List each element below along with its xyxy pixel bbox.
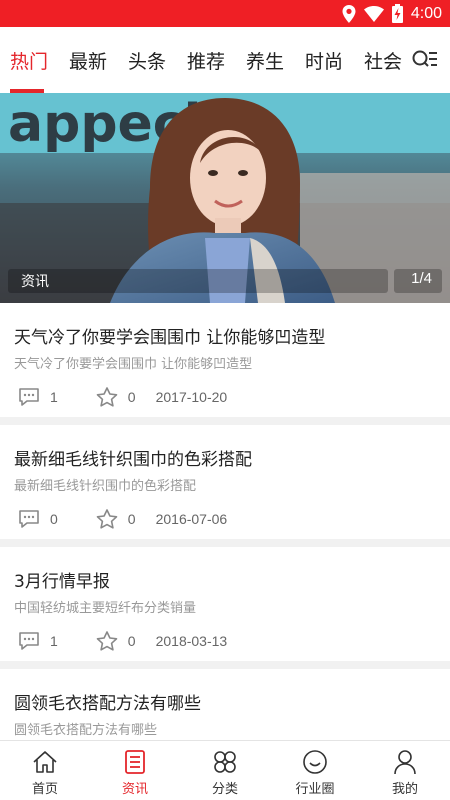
nav-profile[interactable]: 我的 — [360, 741, 450, 800]
comment-icon[interactable] — [18, 631, 40, 651]
tab-hot[interactable]: 热门 — [10, 47, 48, 74]
status-bar: 4:00 — [0, 0, 450, 27]
home-icon — [33, 751, 57, 773]
news-date: 2016-07-06 — [155, 511, 228, 527]
news-subtitle: 圆领毛衣搭配方法有哪些 — [14, 723, 158, 738]
favorite-count: 0 — [127, 389, 136, 405]
nav-industry-circle[interactable]: 行业圈 — [270, 741, 360, 800]
news-subtitle: 中国轻纺城主要短纤布分类销量 — [14, 601, 197, 616]
nav-category[interactable]: 分类 — [180, 741, 270, 800]
nav-profile-label: 我的 — [391, 782, 418, 797]
nav-news-label: 资讯 — [121, 782, 148, 797]
wifi-icon — [363, 5, 384, 22]
news-date: 2017-10-20 — [155, 389, 228, 405]
category-icon — [214, 751, 236, 773]
news-title: 圆领毛衣搭配方法有哪些 — [14, 694, 201, 714]
banner-caption: 资讯 1/4 — [0, 269, 450, 293]
search-list-icon[interactable] — [412, 49, 438, 71]
favorite-count: 0 — [127, 511, 136, 527]
news-title: 3月行情早报 — [14, 572, 110, 592]
nav-home[interactable]: 首页 — [0, 741, 90, 800]
nav-home-label: 首页 — [31, 782, 58, 797]
news-subtitle: 天气冷了你要学会围围巾 让你能够凹造型 — [14, 357, 253, 372]
favorite-count: 0 — [127, 633, 136, 649]
circle-icon — [303, 750, 327, 774]
news-icon — [125, 750, 145, 774]
bottom-nav: 首页 资讯 分类 行业圈 我的 — [0, 740, 450, 800]
banner-tag: 资讯 — [21, 274, 49, 290]
battery-charging-icon — [391, 4, 403, 23]
news-title: 最新细毛线针织围巾的色彩搭配 — [14, 450, 252, 470]
tab-recommend[interactable]: 推荐 — [187, 47, 225, 74]
nav-category-label: 分类 — [211, 782, 238, 797]
tab-health[interactable]: 养生 — [246, 47, 284, 74]
status-time: 4:00 — [410, 4, 442, 22]
location-icon — [342, 4, 356, 23]
comment-icon[interactable] — [18, 387, 40, 407]
banner-pager: 1/4 — [411, 270, 432, 287]
news-list: 天气冷了你要学会围围巾 让你能够凹造型 天气冷了你要学会围围巾 让你能够凹造型 … — [0, 303, 450, 791]
tab-society[interactable]: 社会 — [364, 47, 402, 74]
news-item[interactable]: 3月行情早报 中国轻纺城主要短纤布分类销量 1 0 2018-03-13 — [0, 547, 450, 669]
star-icon[interactable] — [96, 631, 118, 651]
tab-fashion[interactable]: 时尚 — [305, 47, 343, 74]
banner-carousel[interactable]: appecino 资讯 1/4 — [0, 93, 450, 303]
comment-count: 0 — [50, 511, 58, 527]
star-icon[interactable] — [96, 509, 118, 529]
news-subtitle: 最新细毛线针织围巾的色彩搭配 — [14, 479, 197, 494]
news-item[interactable]: 最新细毛线针织围巾的色彩搭配 最新细毛线针织围巾的色彩搭配 0 0 2016-0… — [0, 425, 450, 547]
comment-icon[interactable] — [18, 509, 40, 529]
comment-count: 1 — [50, 633, 58, 649]
comment-count: 1 — [50, 389, 58, 405]
star-icon[interactable] — [96, 387, 118, 407]
tab-headlines[interactable]: 头条 — [128, 47, 166, 74]
news-date: 2018-03-13 — [155, 633, 228, 649]
nav-industry-circle-label: 行业圈 — [295, 782, 335, 797]
nav-news[interactable]: 资讯 — [90, 741, 180, 800]
news-title: 天气冷了你要学会围围巾 让你能够凹造型 — [14, 328, 326, 348]
user-icon — [394, 750, 416, 775]
category-tabs: 热门 最新 头条 推荐 养生 时尚 社会 — [0, 27, 450, 93]
tab-latest[interactable]: 最新 — [69, 47, 107, 74]
news-item[interactable]: 天气冷了你要学会围围巾 让你能够凹造型 天气冷了你要学会围围巾 让你能够凹造型 … — [0, 303, 450, 425]
